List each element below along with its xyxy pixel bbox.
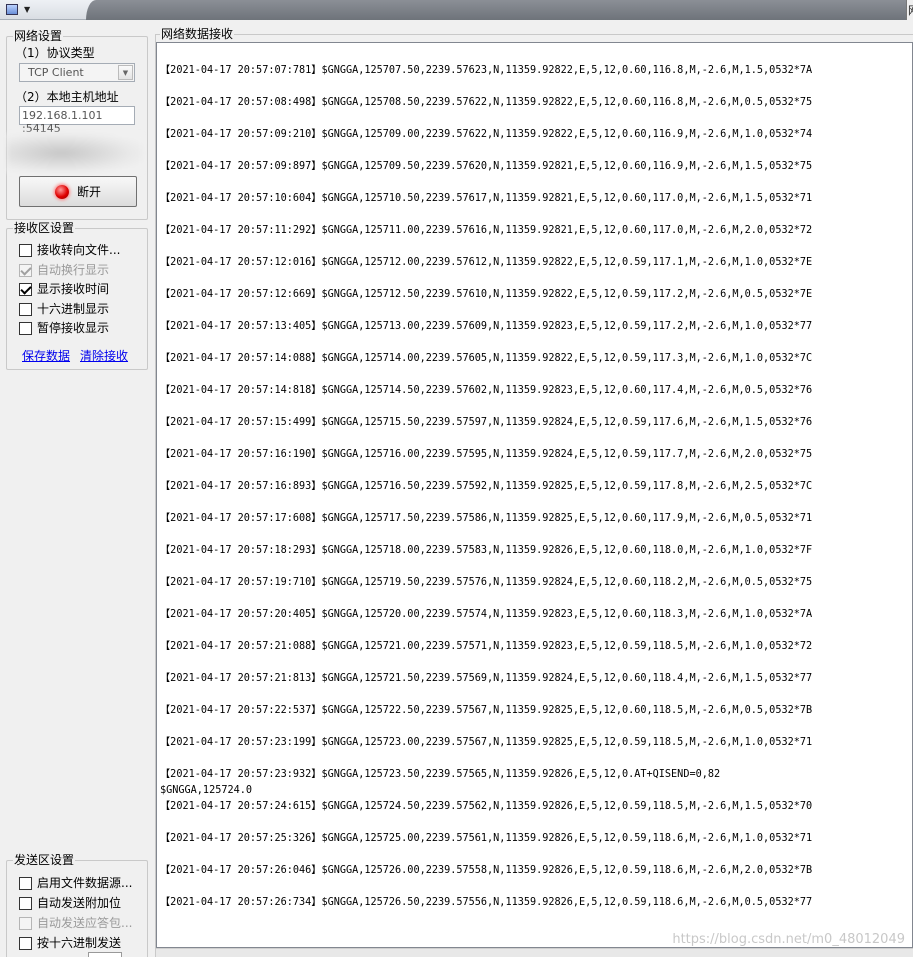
receive-line: 【2021-04-17 20:57:16:190】$GNGGA,125716.0… <box>160 449 813 460</box>
receive-line: 【2021-04-17 20:57:14:818】$GNGGA,125714.5… <box>160 385 813 396</box>
checkbox-label: 十六进制显示 <box>37 302 110 316</box>
interval-stepper[interactable] <box>88 952 122 957</box>
receive-line: 【2021-04-17 20:57:07:781】$GNGGA,125707.5… <box>160 65 813 76</box>
title-edge: 网 <box>906 0 913 20</box>
hex-display-checkbox[interactable]: 十六进制显示 <box>19 302 109 316</box>
title-edge-glyph: 网 <box>908 2 913 18</box>
network-settings-group: 网络设置 （1）协议类型 TCP Client ▼ （2）本地主机地址 192.… <box>6 29 148 220</box>
checkbox-box[interactable] <box>19 876 32 890</box>
checkbox-label: 暂停接收显示 <box>37 321 110 335</box>
checkbox-label: 接收转向文件... <box>37 243 121 257</box>
disconnect-button[interactable]: 断开 <box>19 176 137 207</box>
auto-reply-checkbox: 自动发送应答包... <box>19 916 132 930</box>
show-receive-time-checkbox[interactable]: 显示接收时间 <box>19 282 109 296</box>
file-data-source-checkbox[interactable]: 启用文件数据源... <box>19 876 132 890</box>
receive-line: 【2021-04-17 20:57:13:405】$GNGGA,125713.0… <box>160 321 813 332</box>
receive-line: 【2021-04-17 20:57:20:405】$GNGGA,125720.0… <box>160 609 813 620</box>
system-menu[interactable]: ▼ <box>2 1 42 17</box>
protocol-type-label: （1）协议类型 <box>15 46 95 60</box>
checkbox-box[interactable] <box>19 896 32 910</box>
checkbox-box[interactable] <box>19 243 32 257</box>
local-host-field[interactable]: 192.168.1.101 :54145 <box>19 106 135 135</box>
checkbox-box[interactable] <box>19 321 32 335</box>
receive-line: 【2021-04-17 20:57:23:932】$GNGGA,125723.5… <box>160 769 721 780</box>
receive-line: 【2021-04-17 20:57:14:088】$GNGGA,125714.0… <box>160 353 813 364</box>
send-settings-group: 发送区设置 启用文件数据源... 自动发送附加位 自动发送应答包... 按十六进… <box>6 853 148 957</box>
receive-line: 【2021-04-17 20:57:09:897】$GNGGA,125709.5… <box>160 161 813 172</box>
auto-append-checkbox[interactable]: 自动发送附加位 <box>19 896 121 910</box>
receive-line: 【2021-04-17 20:57:17:608】$GNGGA,125717.5… <box>160 513 813 524</box>
receive-line: 【2021-04-17 20:57:08:498】$GNGGA,125708.5… <box>160 97 813 108</box>
disconnect-button-label: 断开 <box>76 185 101 199</box>
checkbox-label: 自动发送应答包... <box>37 916 133 930</box>
checkbox-box[interactable] <box>19 282 32 296</box>
chevron-down-icon[interactable]: ▼ <box>118 65 133 80</box>
receive-settings-legend: 接收区设置 <box>13 221 76 235</box>
receive-line: 【2021-04-17 20:57:16:893】$GNGGA,125716.5… <box>160 481 813 492</box>
receive-line: 【2021-04-17 20:57:10:604】$GNGGA,125710.5… <box>160 193 813 204</box>
checkbox-box <box>19 263 32 277</box>
checkbox-box[interactable] <box>19 936 32 950</box>
save-data-link[interactable]: 保存数据 <box>22 347 70 364</box>
pause-display-checkbox[interactable]: 暂停接收显示 <box>19 321 109 335</box>
receive-line: 【2021-04-17 20:57:22:537】$GNGGA,125722.5… <box>160 705 813 716</box>
receive-area-legend: 网络数据接收 <box>160 27 235 41</box>
dropdown-arrow-icon: ▼ <box>24 4 31 14</box>
clear-receive-link[interactable]: 清除接收 <box>80 347 128 364</box>
local-host-label: （2）本地主机地址 <box>15 90 119 104</box>
checkbox-label: 显示接收时间 <box>37 282 110 296</box>
checkbox-box <box>19 916 32 930</box>
receive-line: 【2021-04-17 20:57:25:326】$GNGGA,125725.0… <box>160 833 813 844</box>
receive-line: 【2021-04-17 20:57:26:046】$GNGGA,125726.0… <box>160 865 813 876</box>
auto-wrap-checkbox: 自动换行显示 <box>19 263 109 277</box>
blurred-region <box>7 133 143 173</box>
checkbox-label: 自动发送附加位 <box>37 896 122 910</box>
checkbox-label: 自动换行显示 <box>37 263 110 277</box>
send-settings-legend: 发送区设置 <box>13 853 76 867</box>
hex-send-checkbox[interactable]: 按十六进制发送 <box>19 936 121 950</box>
receive-line: 【2021-04-17 20:57:19:710】$GNGGA,125719.5… <box>160 577 813 588</box>
receive-textarea[interactable]: 【2021-04-17 20:57:07:781】$GNGGA,125707.5… <box>156 42 913 948</box>
receive-line: 【2021-04-17 20:57:11:292】$GNGGA,125711.0… <box>160 225 813 236</box>
receive-line: 【2021-04-17 20:57:21:813】$GNGGA,125721.5… <box>160 673 813 684</box>
receive-line: 【2021-04-17 20:57:12:669】$GNGGA,125712.5… <box>160 289 813 300</box>
receive-line: 【2021-04-17 20:57:23:199】$GNGGA,125723.0… <box>160 737 813 748</box>
app-icon <box>6 3 18 15</box>
checkbox-box[interactable] <box>19 302 32 316</box>
receive-line: 【2021-04-17 20:57:18:293】$GNGGA,125718.0… <box>160 545 813 556</box>
receive-line: 【2021-04-17 20:57:09:210】$GNGGA,125709.0… <box>160 129 813 140</box>
protocol-type-select[interactable]: TCP Client ▼ <box>19 63 135 82</box>
horizontal-scrollbar[interactable] <box>156 948 913 957</box>
watermark: https://blog.csdn.net/m0_48012049 <box>672 932 905 947</box>
receive-line: 【2021-04-17 20:57:21:088】$GNGGA,125721.0… <box>160 641 813 652</box>
checkbox-label: 按十六进制发送 <box>37 936 122 950</box>
receive-line: $GNGGA,125724.0 <box>160 785 253 796</box>
receive-settings-group: 接收区设置 接收转向文件... 自动换行显示 显示接收时间 十六进制显示 暂停接… <box>6 221 148 370</box>
receive-line: 【2021-04-17 20:57:26:734】$GNGGA,125726.5… <box>160 897 813 908</box>
redirect-to-file-checkbox[interactable]: 接收转向文件... <box>19 243 120 257</box>
title-caption <box>86 0 906 20</box>
receive-line: 【2021-04-17 20:57:12:016】$GNGGA,125712.0… <box>160 257 813 268</box>
network-settings-legend: 网络设置 <box>13 29 64 43</box>
title-bar: ▼ 网 <box>0 0 913 20</box>
protocol-type-value: TCP Client <box>28 66 84 79</box>
receive-line: 【2021-04-17 20:57:24:615】$GNGGA,125724.5… <box>160 801 813 812</box>
checkbox-label: 启用文件数据源... <box>37 876 133 890</box>
receive-line: 【2021-04-17 20:57:15:499】$GNGGA,125715.5… <box>160 417 813 428</box>
connection-status-led-icon <box>54 184 69 199</box>
